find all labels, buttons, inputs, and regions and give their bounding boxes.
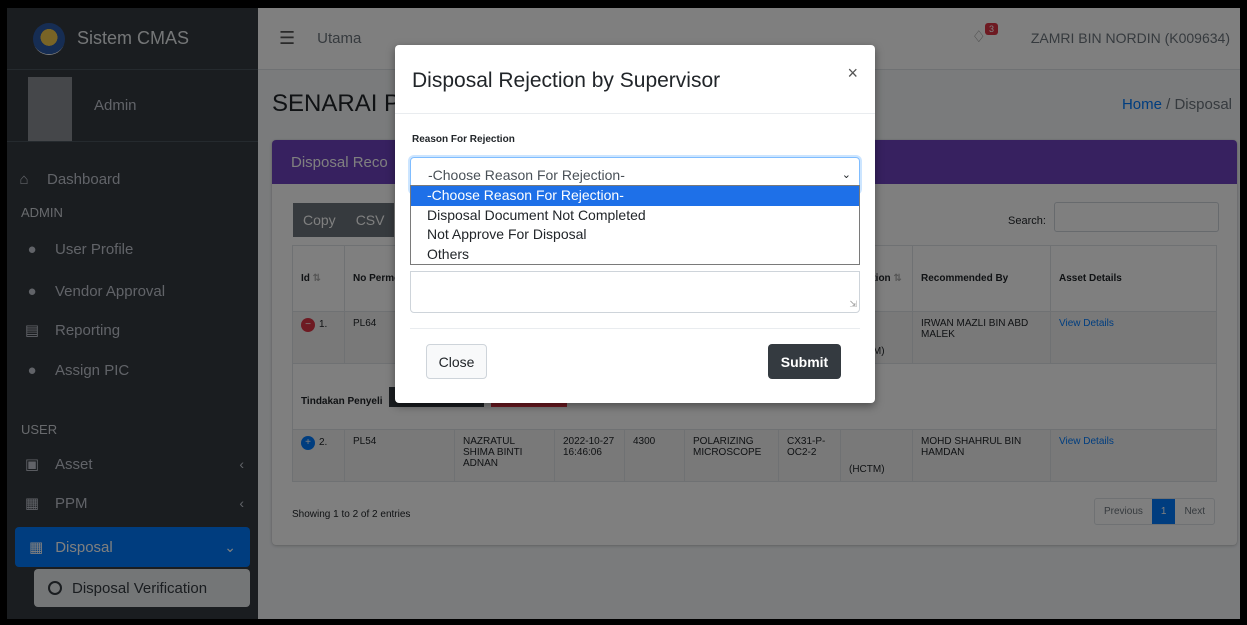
reason-option[interactable]: Disposal Document Not Completed [411, 206, 859, 226]
reason-option[interactable]: -Choose Reason For Rejection- [411, 186, 859, 206]
modal-title: Disposal Rejection by Supervisor [412, 69, 721, 92]
resize-handle-icon[interactable]: ⇲ [849, 299, 857, 310]
chevron-down-icon: ⌄ [841, 169, 851, 181]
reason-option[interactable]: Not Approve For Disposal [411, 225, 859, 245]
reason-select-value: -Choose Reason For Rejection- [428, 167, 625, 183]
reason-dropdown-list: -Choose Reason For Rejection- Disposal D… [410, 185, 860, 265]
app-frame: Sistem CMAS Admin ⌂ Dashboard ADMIN ● Us… [7, 8, 1240, 619]
remarks-textarea[interactable]: ⇲ [410, 271, 860, 313]
submit-button[interactable]: Submit [768, 344, 841, 379]
reason-label: Reason For Rejection [412, 134, 515, 145]
modal-divider [395, 113, 875, 114]
close-button[interactable]: Close [426, 344, 487, 379]
reason-option[interactable]: Others [411, 245, 859, 265]
close-icon[interactable]: × [847, 63, 858, 84]
modal-divider [410, 328, 860, 329]
